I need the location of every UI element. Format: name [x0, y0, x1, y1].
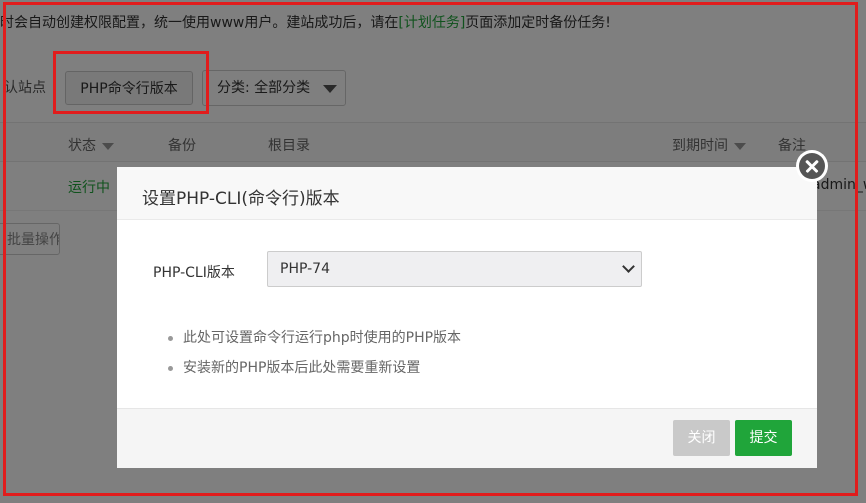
- dialog-title: 设置PHP-CLI(命令行)版本: [142, 189, 340, 209]
- dialog-header: 设置PHP-CLI(命令行)版本: [117, 167, 817, 220]
- submit-button[interactable]: 提交: [735, 420, 792, 456]
- tip-item: 此处可设置命令行运行php时使用的PHP版本: [166, 323, 461, 353]
- chevron-down-icon: [622, 260, 635, 273]
- close-button[interactable]: 关闭: [673, 420, 730, 456]
- help-tips: 此处可设置命令行运行php时使用的PHP版本 安装新的PHP版本后此处需要重新设…: [166, 323, 461, 383]
- selected-php-version: PHP-74: [280, 261, 330, 277]
- php-version-select[interactable]: PHP-74: [267, 251, 642, 287]
- dialog-footer: 关闭 提交: [117, 408, 817, 468]
- close-circle-icon[interactable]: [796, 150, 828, 182]
- tip-item: 安装新的PHP版本后此处需要重新设置: [166, 353, 461, 383]
- php-cli-version-dialog: 设置PHP-CLI(命令行)版本 PHP-CLI版本 PHP-74 此处可设置命…: [117, 167, 817, 468]
- php-cli-version-label: PHP-CLI版本: [153, 265, 235, 281]
